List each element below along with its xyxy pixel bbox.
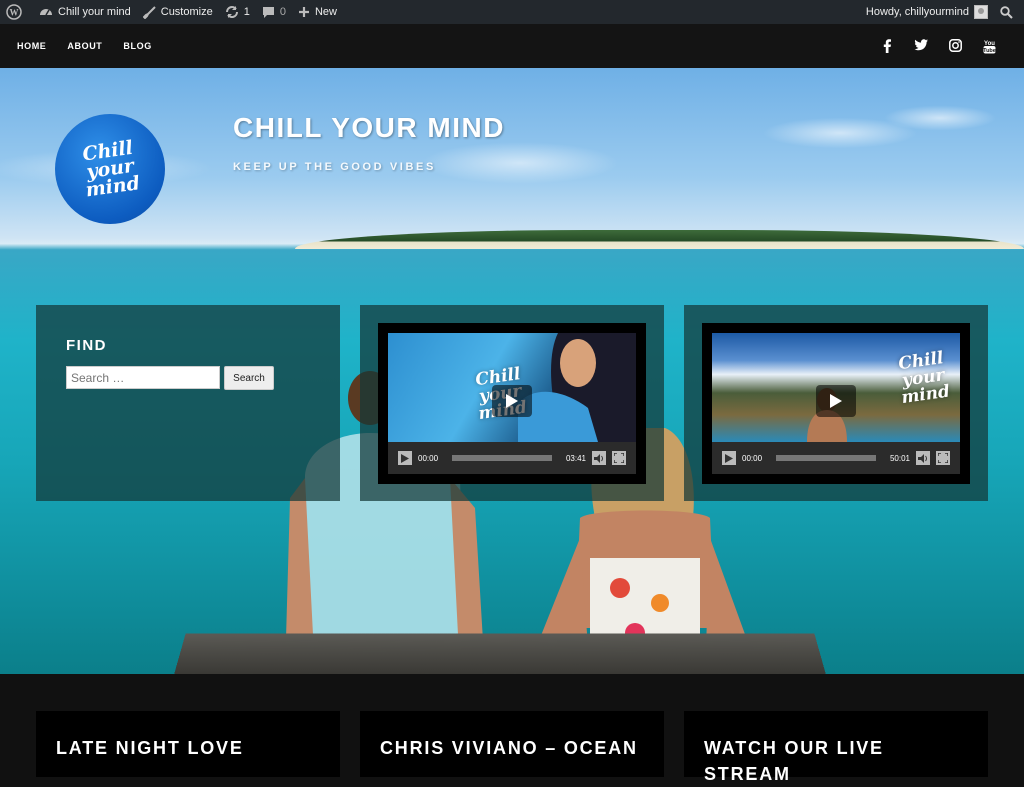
avatar (974, 5, 988, 19)
play-icon (401, 453, 409, 463)
hero-header: Chill your mind CHILL YOUR MIND KEEP UP … (0, 68, 1024, 674)
search-input[interactable] (66, 366, 220, 389)
search-widget: FIND Search (36, 305, 340, 501)
search-icon (1000, 5, 1013, 19)
dashboard-icon (40, 9, 52, 16)
social-links: You Tube (870, 38, 1006, 54)
greeting: Howdy, chillyourmind (865, 6, 969, 18)
fullscreen-button[interactable] (612, 451, 626, 465)
site-title[interactable]: CHILL YOUR MIND (233, 112, 505, 144)
site-logo[interactable]: Chill your mind (55, 114, 165, 224)
comments-link[interactable]: 0 (256, 0, 292, 24)
updates-icon (225, 6, 238, 18)
youtube-icon[interactable]: You Tube (972, 39, 1006, 54)
post-title[interactable]: WATCH OUR LIVE STREAM (704, 735, 968, 787)
site-tagline: KEEP UP THE GOOD VIBES (233, 161, 436, 173)
svg-text:W: W (10, 8, 19, 18)
video-thumbnail-1[interactable]: Chillyourmind (388, 333, 636, 442)
volume-button[interactable] (592, 451, 606, 465)
primary-menu: HOME ABOUT BLOG (17, 41, 173, 51)
wordpress-icon: W (6, 4, 22, 20)
facebook-icon[interactable] (870, 38, 904, 54)
plus-icon (298, 7, 309, 17)
play-icon (506, 394, 518, 408)
site-name: Chill your mind (58, 6, 131, 18)
comments-count: 0 (279, 6, 286, 18)
updates-count: 1 (243, 6, 250, 18)
customize-label: Customize (160, 6, 213, 18)
play-overlay-button[interactable] (816, 385, 856, 417)
admin-search[interactable] (994, 0, 1024, 24)
video-progress-track[interactable] (452, 455, 552, 461)
my-account-link[interactable]: Howdy, chillyourmind (860, 0, 994, 24)
play-button[interactable] (398, 451, 412, 465)
brush-icon (142, 5, 156, 19)
new-content-link[interactable]: New (292, 0, 343, 24)
video-controls-2: 00:00 50:01 (712, 442, 960, 474)
instagram-icon[interactable] (938, 38, 972, 54)
site-name-link[interactable]: Chill your mind (33, 0, 137, 24)
video-current-time: 00:00 (418, 453, 439, 463)
video-player-1: Chillyourmind 00:00 03:41 (378, 323, 646, 484)
search-widget-title: FIND (66, 337, 107, 354)
main-navigation: HOME ABOUT BLOG You Tube (0, 24, 1024, 68)
video-brand-text-2: Chill your mind (897, 348, 952, 409)
play-icon (725, 453, 733, 463)
volume-icon (918, 453, 927, 463)
updates-link[interactable]: 1 (219, 0, 256, 24)
volume-icon (594, 453, 603, 463)
svg-text:Tube: Tube (983, 48, 996, 54)
fullscreen-icon (938, 453, 948, 463)
nav-item-home[interactable]: HOME (17, 41, 46, 51)
post-title[interactable]: CHRIS VIVIANO – OCEAN (380, 735, 644, 761)
video-widget-1: Chillyourmind 00:00 03:41 (360, 305, 664, 501)
comment-icon (262, 6, 274, 18)
post-title[interactable]: LATE NIGHT LOVE (56, 735, 320, 761)
video-thumbnail-2[interactable]: Chill your mind (712, 333, 960, 442)
fullscreen-icon (614, 453, 624, 463)
hero-background-pier (174, 633, 826, 674)
video-duration: 50:01 (889, 453, 910, 463)
video-duration: 03:41 (565, 453, 586, 463)
post-card-1[interactable]: LATE NIGHT LOVE (36, 711, 340, 777)
video-current-time: 00:00 (742, 453, 763, 463)
wordpress-menu[interactable]: W (0, 0, 33, 24)
play-icon (830, 394, 842, 408)
nav-item-blog[interactable]: BLOG (123, 41, 151, 51)
video-progress-track[interactable] (776, 455, 876, 461)
new-label: New (314, 6, 337, 18)
play-button[interactable] (722, 451, 736, 465)
video-player-2: Chill your mind 00:00 50:01 (702, 323, 970, 484)
admin-bar: W Chill your mind Customize 1 0 New Howd… (0, 0, 1024, 24)
twitter-icon[interactable] (904, 38, 938, 54)
video-thumbnail-woman (518, 333, 636, 442)
search-button[interactable]: Search (224, 366, 274, 390)
video-controls-1: 00:00 03:41 (388, 442, 636, 474)
nav-item-about[interactable]: ABOUT (67, 41, 102, 51)
post-card-2[interactable]: CHRIS VIVIANO – OCEAN (360, 711, 664, 777)
volume-button[interactable] (916, 451, 930, 465)
video-widget-2: Chill your mind 00:00 50:01 (684, 305, 988, 501)
fullscreen-button[interactable] (936, 451, 950, 465)
post-card-3[interactable]: WATCH OUR LIVE STREAM (684, 711, 988, 784)
customize-link[interactable]: Customize (137, 0, 219, 24)
play-overlay-button[interactable] (492, 385, 532, 417)
logo-lettering: Chill your mind (80, 136, 141, 202)
